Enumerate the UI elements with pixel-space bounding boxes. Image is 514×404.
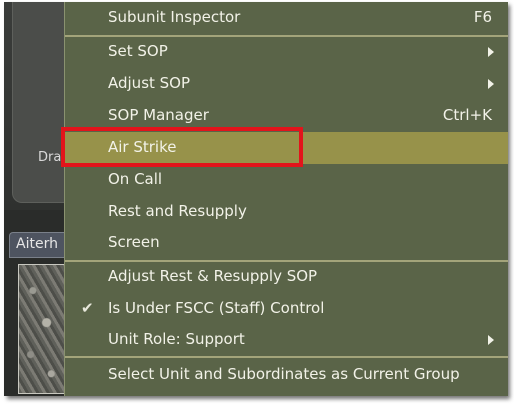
context-menu: Subunit Inspector F6 Set SOP Adjust SOP … bbox=[64, 2, 508, 396]
menu-separator bbox=[65, 356, 508, 358]
menu-separator bbox=[65, 35, 508, 37]
submenu-arrow-icon bbox=[488, 79, 494, 89]
menu-item-shortcut: Ctrl+K bbox=[442, 106, 492, 124]
menu-item-label: On Call bbox=[108, 170, 163, 188]
background-tab-label: Aiterh bbox=[16, 236, 58, 252]
menu-item-label: Set SOP bbox=[108, 42, 168, 60]
menu-item-label: Subunit Inspector bbox=[108, 8, 241, 26]
screenshot-frame: Dra Aiterh Subunit Inspector F6 Set SOP … bbox=[0, 0, 514, 404]
submenu-arrow-icon bbox=[488, 335, 494, 345]
menu-item-label: Is Under FSCC (Staff) Control bbox=[108, 299, 325, 317]
menu-item-label: Screen bbox=[108, 233, 160, 251]
submenu-arrow-icon bbox=[488, 47, 494, 57]
menu-item-adjust-sop[interactable]: Adjust SOP bbox=[65, 70, 508, 98]
background-map-thumbnail bbox=[18, 264, 66, 394]
menu-item-screen[interactable]: Screen bbox=[65, 229, 508, 257]
menu-item-subunit-inspector[interactable]: Subunit Inspector F6 bbox=[65, 4, 508, 32]
menu-item-sop-manager[interactable]: SOP Manager Ctrl+K bbox=[65, 102, 508, 130]
menu-item-fscc-control[interactable]: ✔ Is Under FSCC (Staff) Control bbox=[65, 295, 508, 323]
background-unit-card bbox=[12, 2, 66, 203]
checkmark-icon: ✔ bbox=[81, 299, 94, 317]
menu-item-unit-role[interactable]: Unit Role: Support bbox=[65, 326, 508, 354]
menu-item-select-unit-group[interactable]: Select Unit and Subordinates as Current … bbox=[65, 361, 508, 389]
menu-item-label: Rest and Resupply bbox=[108, 202, 247, 220]
menu-item-label: Adjust Rest & Resupply SOP bbox=[108, 267, 318, 285]
menu-separator bbox=[65, 260, 508, 262]
menu-item-set-sop[interactable]: Set SOP bbox=[65, 38, 508, 66]
menu-item-label: SOP Manager bbox=[108, 106, 209, 124]
menu-item-label: Adjust SOP bbox=[108, 74, 191, 92]
menu-item-on-call[interactable]: On Call bbox=[65, 166, 508, 194]
menu-item-label: Unit Role: Support bbox=[108, 330, 245, 348]
menu-item-label: Select Unit and Subordinates as Current … bbox=[108, 365, 460, 383]
highlight-callout-box bbox=[61, 127, 303, 167]
menu-item-adjust-rest-resupply-sop[interactable]: Adjust Rest & Resupply SOP bbox=[65, 263, 508, 291]
menu-item-rest-and-resupply[interactable]: Rest and Resupply bbox=[65, 198, 508, 226]
background-panel-text: Dra bbox=[38, 150, 62, 165]
menu-item-shortcut: F6 bbox=[473, 8, 492, 26]
